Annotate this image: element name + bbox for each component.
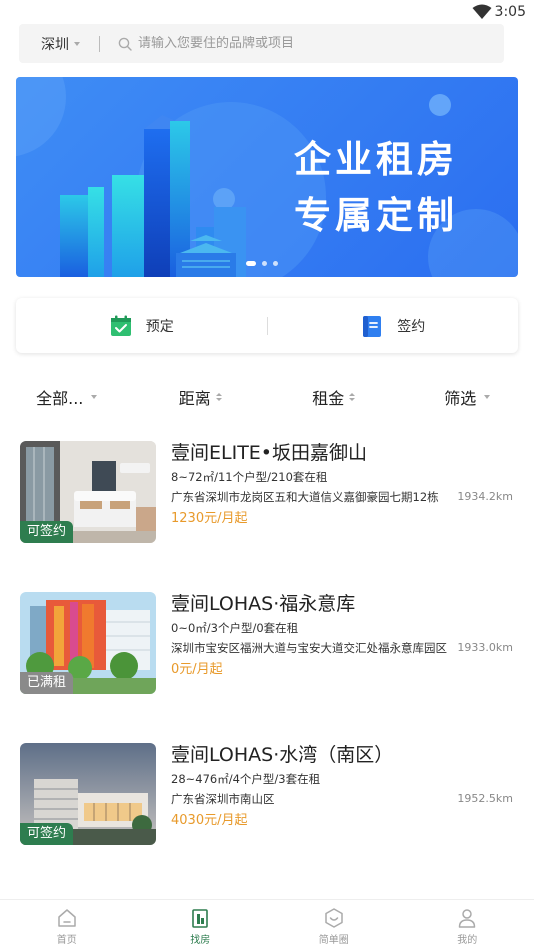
filter-more-label: 筛选 [444, 389, 477, 408]
listing-info: 壹间ELITE•坂田嘉御山 8~72㎡/11个户型/210套在租 广东省深圳市龙… [171, 441, 515, 528]
tab-circle-label: 简单圈 [318, 935, 349, 946]
filter-rent[interactable]: 租金 [267, 377, 401, 417]
listing-distance: 1934.2km [457, 490, 513, 503]
city-selector[interactable]: 深圳 [19, 34, 99, 54]
search-icon [118, 37, 132, 51]
banner-subheadline: 专属定制 [294, 194, 458, 237]
search-input[interactable] [138, 36, 438, 51]
filter-rent-label: 租金 [312, 389, 345, 408]
carousel-dot[interactable] [262, 261, 267, 266]
listing-address-row: 广东省深圳市南山区 1952.5km [171, 791, 515, 807]
calendar-check-icon [110, 315, 131, 336]
listing-address: 广东省深圳市南山区 [171, 792, 275, 806]
search-divider [99, 35, 100, 52]
profile-icon [459, 909, 476, 928]
listing-meta: 28~476㎡/4个户型/3套在租 [171, 772, 321, 786]
listing-info: 壹间LOHAS·水湾（南区） 28~476㎡/4个户型/3套在租 广东省深圳市南… [171, 743, 515, 830]
reserve-button[interactable]: 预定 [16, 298, 267, 353]
status-bar: 3:05 [0, 0, 534, 24]
reserve-label: 预定 [145, 318, 174, 335]
listing-info: 壹间LOHAS·福永意库 0~0㎡/3个户型/0套在租 深圳市宝安区福洲大道与宝… [171, 592, 515, 679]
listing-price: 4030元/月起 [171, 813, 248, 828]
tab-home-label: 首页 [56, 935, 77, 946]
listing-title: 壹间ELITE•坂田嘉御山 [171, 442, 368, 464]
home-icon [58, 909, 76, 927]
carousel-indicator [246, 261, 278, 266]
caret-down-icon [484, 395, 491, 399]
city-label: 深圳 [41, 36, 69, 53]
sort-icon [215, 393, 222, 401]
listing-price: 1230元/月起 [171, 511, 248, 526]
listing-card[interactable]: 可签约 壹间LOHAS·水湾（南区） 28~476㎡/4个户型/3套在租 广东省… [20, 743, 515, 845]
status-badge: 可签约 [20, 823, 74, 845]
wifi-icon [472, 4, 492, 19]
chevron-down-icon [74, 41, 80, 46]
tab-circle[interactable]: 简单圈 [267, 900, 401, 949]
filter-area[interactable]: 全部... [0, 377, 134, 417]
listing-address: 深圳市宝安区福洲大道与宝安大道交汇处福永意库园区 [171, 641, 447, 655]
listing-title: 壹间LOHAS·福永意库 [171, 593, 356, 615]
bottom-tab-bar: 首页 找房 简单圈 我的 [0, 899, 534, 949]
status-time: 3:05 [494, 4, 526, 20]
tab-profile-label: 我的 [457, 935, 478, 946]
listing-distance: 1952.5km [457, 792, 513, 805]
status-badge: 已满租 [20, 672, 74, 694]
status-badge: 可签约 [20, 521, 74, 543]
filter-distance[interactable]: 距离 [134, 377, 268, 417]
banner-headline: 企业租房 [294, 138, 458, 181]
listing-photo: 可签约 [20, 743, 156, 845]
quick-actions: 预定 签约 [16, 298, 518, 353]
listing-address: 广东省深圳市龙岗区五和大道信义嘉御豪园七期12栋 [171, 490, 439, 504]
tab-profile[interactable]: 我的 [401, 900, 534, 949]
document-icon [363, 315, 382, 337]
carousel-dot[interactable] [246, 261, 256, 266]
tab-find-room[interactable]: 找房 [134, 900, 268, 949]
search-bar: 深圳 [19, 24, 504, 63]
listing-card[interactable]: 已满租 壹间LOHAS·福永意库 0~0㎡/3个户型/0套在租 深圳市宝安区福洲… [20, 592, 515, 694]
sign-contract-button[interactable]: 签约 [268, 298, 519, 353]
tab-home[interactable]: 首页 [0, 900, 134, 949]
listing-photo: 已满租 [20, 592, 156, 694]
promo-banner[interactable]: 企业租房 专属定制 [16, 77, 518, 277]
listing-photo: 可签约 [20, 441, 156, 543]
caret-down-icon [91, 395, 98, 399]
filter-area-label: 全部... [36, 389, 84, 408]
filter-bar: 全部... 距离 租金 筛选 [0, 377, 534, 417]
sort-icon [349, 393, 356, 401]
sign-contract-label: 签约 [397, 318, 426, 335]
listing-title: 壹间LOHAS·水湾（南区） [171, 744, 394, 766]
find-room-icon [192, 909, 209, 928]
circle-icon [325, 908, 343, 928]
listing-meta: 0~0㎡/3个户型/0套在租 [171, 621, 299, 635]
filter-distance-label: 距离 [178, 389, 211, 408]
carousel-dot[interactable] [273, 261, 278, 266]
listing-card[interactable]: 可签约 壹间ELITE•坂田嘉御山 8~72㎡/11个户型/210套在租 广东省… [20, 441, 515, 543]
listing-price: 0元/月起 [171, 662, 223, 677]
listing-address-row: 广东省深圳市龙岗区五和大道信义嘉御豪园七期12栋 1934.2km [171, 489, 515, 505]
listing-address-row: 深圳市宝安区福洲大道与宝安大道交汇处福永意库园区 1933.0km [171, 640, 515, 656]
tab-find-room-label: 找房 [190, 935, 211, 946]
listing-meta: 8~72㎡/11个户型/210套在租 [171, 470, 328, 484]
listing-distance: 1933.0km [457, 641, 513, 654]
filter-more[interactable]: 筛选 [401, 377, 534, 417]
